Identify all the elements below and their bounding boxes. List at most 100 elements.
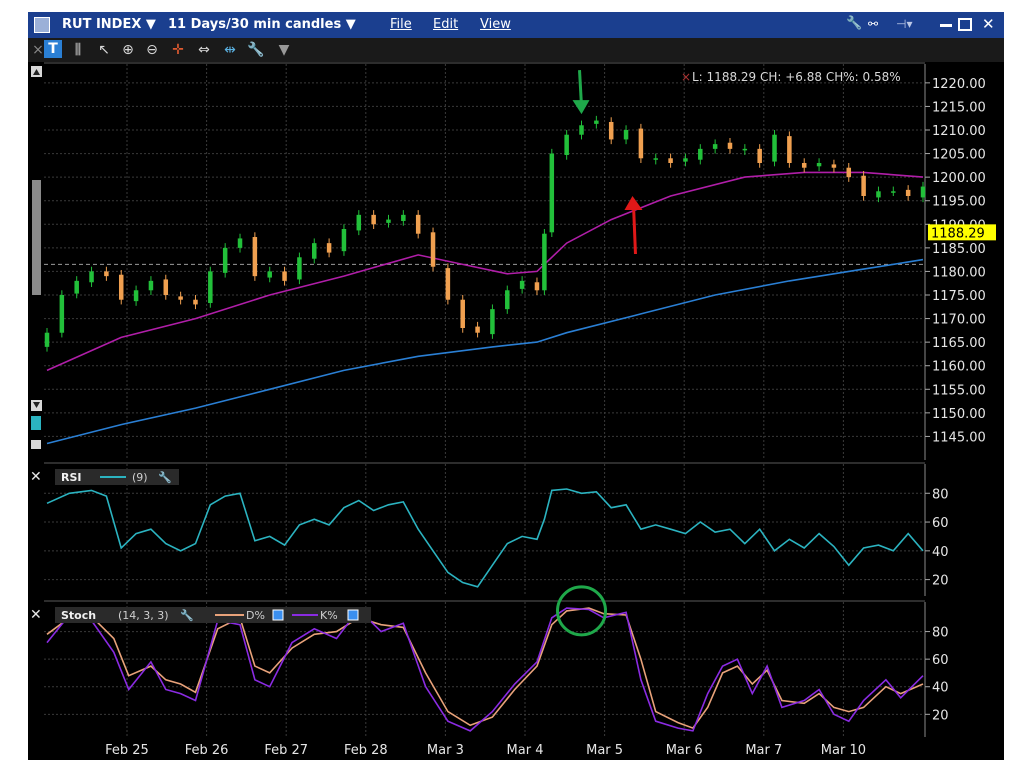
- candle-body: [445, 268, 451, 300]
- lock-icon[interactable]: [31, 440, 41, 449]
- stoch-d-label: D%: [246, 609, 265, 622]
- y-tick-label: 60: [932, 516, 949, 531]
- candle-body: [891, 191, 896, 193]
- close-readout-icon[interactable]: ×: [681, 70, 691, 84]
- candle-body: [282, 271, 287, 281]
- y-tick-label: 20: [932, 574, 949, 589]
- candle-body: [163, 279, 169, 295]
- candle-body: [104, 271, 109, 277]
- stoch-d-checkbox[interactable]: [272, 609, 284, 621]
- candle-body: [133, 290, 139, 302]
- x-tick-label: Feb 28: [344, 743, 388, 758]
- arrow-down-icon: [572, 100, 590, 115]
- stoch-k-label: K%: [320, 609, 338, 622]
- candle-body: [579, 125, 584, 135]
- x-tick-label: Mar 3: [427, 743, 464, 758]
- arrow-up-icon: [624, 196, 643, 210]
- y-tick-label: 1215.00: [932, 100, 986, 115]
- candle-body: [44, 332, 50, 347]
- y-tick-label: 1205.00: [932, 148, 986, 163]
- candle-body: [623, 130, 629, 140]
- y-tick-label: 1155.00: [932, 383, 986, 398]
- candle-body: [505, 290, 510, 310]
- scroll-thumb[interactable]: [32, 180, 41, 295]
- candle-body: [861, 175, 866, 196]
- candle-body: [178, 296, 183, 300]
- y-tick-label: 1180.00: [932, 265, 986, 280]
- y-tick-label: 1145.00: [932, 430, 986, 445]
- y-tick-label: 80: [932, 626, 949, 641]
- candle-body: [386, 219, 391, 223]
- stoch-legend-params: (14, 3, 3): [118, 609, 169, 622]
- candle-body: [148, 280, 154, 291]
- y-tick-label: 40: [932, 545, 949, 560]
- candle-body: [698, 148, 703, 160]
- stoch-k-line: [46, 607, 924, 732]
- y-tick-label: 1220.00: [932, 77, 986, 92]
- candle-body: [341, 229, 347, 252]
- stoch-close-icon[interactable]: ✕: [30, 607, 42, 623]
- candle-body: [638, 128, 644, 159]
- chart-canvas: 1145.00 1150.00 1155.00 1160.00 1165.00 1170.…: [30, 62, 996, 758]
- candle-body: [727, 142, 733, 149]
- candle-body: [252, 237, 258, 277]
- x-tick-label: Feb 25: [105, 743, 149, 758]
- rsi-close-icon[interactable]: ✕: [30, 469, 42, 485]
- y-tick-label: 1200.00: [932, 171, 986, 186]
- x-tick-label: Mar 10: [821, 743, 866, 758]
- candle-body: [920, 186, 926, 198]
- candle-body: [787, 136, 792, 163]
- y-tick-label: 60: [932, 653, 949, 668]
- x-tick-label: Feb 26: [185, 743, 229, 758]
- candle-body: [59, 295, 65, 333]
- rsi-line: [46, 488, 924, 588]
- candle-body: [297, 257, 302, 280]
- last-price-label: 1188.29: [931, 226, 985, 241]
- y-tick-label: 1210.00: [932, 124, 986, 139]
- price-readout: L: 1188.29 CH: +6.88 CH%: 0.58%: [692, 70, 901, 84]
- candle-body: [653, 158, 658, 160]
- candle-body: [757, 148, 762, 163]
- candle-body: [356, 214, 362, 231]
- rsi-settings-icon[interactable]: 🔧: [158, 470, 172, 484]
- candle-body: [801, 163, 807, 168]
- y-tick-label: 1170.00: [932, 313, 986, 328]
- candle-body: [742, 148, 748, 151]
- candle-body: [594, 120, 599, 124]
- candle-body: [712, 144, 718, 149]
- candle-body: [490, 309, 495, 335]
- candle-body: [89, 271, 94, 283]
- rsi-panel: 20 40 60 80: [44, 462, 949, 596]
- y-tick-label: 1175.00: [932, 289, 986, 304]
- candle-body: [831, 164, 837, 168]
- stoch-d-line: [46, 607, 924, 730]
- y-tick-label: 1160.00: [932, 360, 986, 375]
- candle-body: [542, 233, 547, 291]
- candle-body: [816, 163, 822, 167]
- y-tick-label: 1185.00: [932, 242, 986, 257]
- ma-long-line: [46, 258, 924, 445]
- candle-body: [118, 274, 124, 300]
- y-tick-label: 1195.00: [932, 195, 986, 210]
- candle-body: [876, 191, 881, 198]
- x-tick-label: Feb 27: [264, 743, 308, 758]
- x-axis: Feb 25 Feb 26 Feb 27 Feb 28 Mar 3 Mar 4 Mar 5 M…: [105, 743, 866, 758]
- candle-body: [608, 121, 614, 140]
- rsi-legend-params: (9): [132, 471, 148, 484]
- candle-body: [208, 271, 213, 304]
- candle-body: [668, 158, 673, 163]
- candle-body: [519, 280, 525, 289]
- x-tick-label: Mar 4: [507, 743, 544, 758]
- candle-body: [74, 280, 79, 294]
- left-scroll-controls: [31, 66, 42, 449]
- panel-legends: L: 1188.29 CH: +6.88 CH%: 0.58% RSI (9) …: [30, 70, 901, 623]
- stoch-k-checkbox[interactable]: [347, 609, 359, 621]
- candle-body: [401, 214, 406, 221]
- candle-body: [460, 299, 465, 328]
- stoch-settings-icon[interactable]: 🔧: [180, 608, 194, 622]
- candle-body: [430, 232, 436, 267]
- rsi-legend-label: RSI: [61, 471, 82, 484]
- stoch-legend-label: Stoch: [61, 609, 96, 622]
- candle-body: [905, 189, 911, 196]
- fit-icon[interactable]: [31, 416, 41, 430]
